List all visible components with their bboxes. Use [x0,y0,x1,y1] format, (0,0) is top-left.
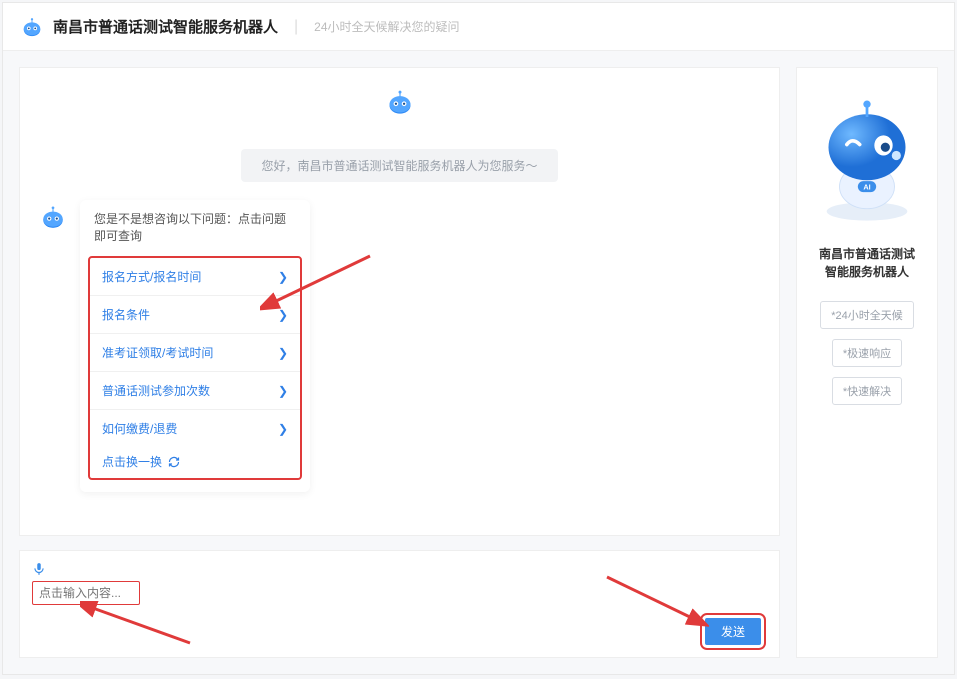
svg-text:AI: AI [863,182,870,191]
sidebar-title-line2: 智能服务机器人 [825,265,909,279]
header-divider: | [294,18,298,36]
question-label: 报名方式/报名时间 [102,268,201,285]
question-label: 如何缴费/退费 [102,420,177,437]
sidebar-tag: *快速解决 [832,377,902,405]
microphone-icon [32,561,46,577]
robot-large-icon: AI [812,96,922,226]
message-input-wrap[interactable] [32,581,140,605]
header: 南昌市普通话测试智能服务机器人 | 24小时全天候解决您的疑问 [3,3,954,51]
voice-button[interactable] [32,559,767,579]
suggestion-intro: 您是不是想咨询以下问题：点击问题即可查询 [80,210,310,246]
sidebar-title-line1: 南昌市普通话测试 [819,247,915,261]
robot-icon [40,204,66,230]
chevron-right-icon: ❯ [278,384,288,398]
app-window: 南昌市普通话测试智能服务机器人 | 24小时全天候解决您的疑问 [2,2,955,675]
greeting-wrap: 您好，南昌市普通话测试智能服务机器人为您服务～ [40,139,759,200]
chat-area: 您好，南昌市普通话测试智能服务机器人为您服务～ [19,67,780,536]
chevron-right-icon: ❯ [278,308,288,322]
app-title: 南昌市普通话测试智能服务机器人 [53,16,278,37]
refresh-icon [168,456,180,468]
robot-icon [386,88,414,116]
sidebar: AI [796,67,938,658]
body: 您好，南昌市普通话测试智能服务机器人为您服务～ [3,51,954,674]
chat-column: 您好，南昌市普通话测试智能服务机器人为您服务～ [19,67,780,658]
question-item[interactable]: 准考证领取/考试时间 ❯ [90,334,300,372]
app-subtitle: 24小时全天候解决您的疑问 [314,18,459,35]
bot-avatar-centered [40,88,759,121]
question-list: 报名方式/报名时间 ❯ 报名条件 ❯ 准考证领取/考试时间 ❯ [88,256,302,480]
question-item[interactable]: 报名方式/报名时间 ❯ [90,258,300,296]
suggestion-card: 您是不是想咨询以下问题：点击问题即可查询 报名方式/报名时间 ❯ 报名条件 ❯ [80,200,310,492]
refresh-questions[interactable]: 点击换一换 [90,447,300,474]
question-item[interactable]: 普通话测试参加次数 ❯ [90,372,300,410]
sidebar-title: 南昌市普通话测试 智能服务机器人 [819,245,915,281]
send-button[interactable]: 发送 [705,618,761,645]
greeting-message: 您好，南昌市普通话测试智能服务机器人为您服务～ [241,149,557,182]
question-item[interactable]: 如何缴费/退费 ❯ [90,410,300,447]
chevron-right-icon: ❯ [278,346,288,360]
sidebar-robot-illustration: AI [812,96,922,231]
chevron-right-icon: ❯ [278,270,288,284]
annotation-arrow-input [80,601,200,651]
chevron-right-icon: ❯ [278,422,288,436]
question-item[interactable]: 报名条件 ❯ [90,296,300,334]
sidebar-tag: *极速响应 [832,339,902,367]
input-panel: 发送 [19,550,780,658]
question-label: 普通话测试参加次数 [102,382,210,399]
suggestion-message-row: 您是不是想咨询以下问题：点击问题即可查询 报名方式/报名时间 ❯ 报名条件 ❯ [40,200,759,492]
bot-avatar-small [40,204,68,235]
message-input[interactable] [39,586,133,600]
question-label: 报名条件 [102,306,150,323]
refresh-label: 点击换一换 [102,453,162,470]
sidebar-tag: *24小时全天候 [820,301,914,329]
robot-logo-icon [21,16,43,38]
question-label: 准考证领取/考试时间 [102,344,213,361]
